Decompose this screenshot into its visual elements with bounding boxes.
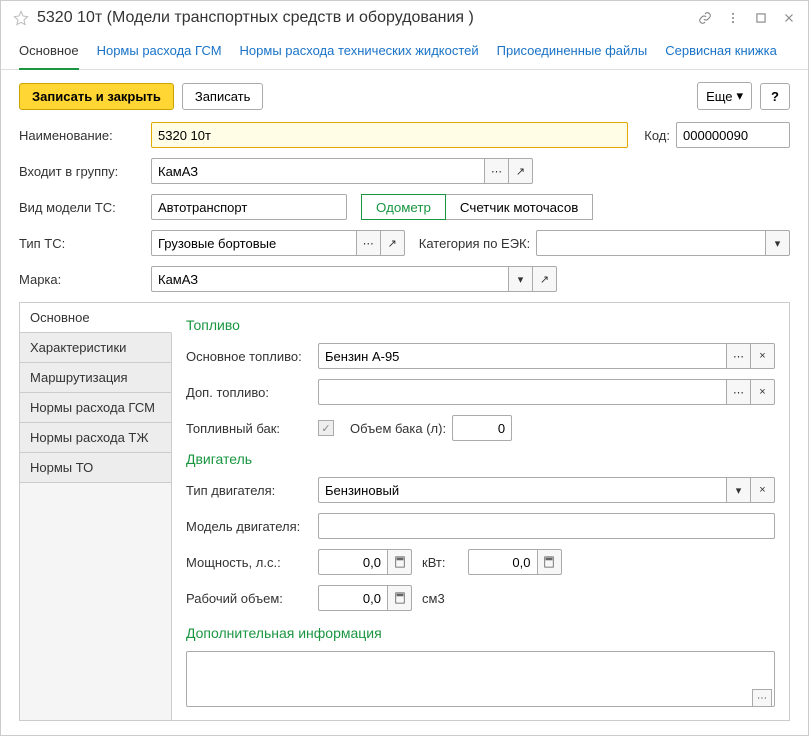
select-button[interactable]: ⋯: [357, 230, 381, 256]
addfuel-label: Доп. топливо:: [186, 385, 312, 400]
name-label: Наименование:: [19, 128, 145, 143]
sidetab-tj[interactable]: Нормы расхода ТЖ: [20, 423, 172, 453]
name-input[interactable]: [151, 122, 628, 148]
sidetab-routing[interactable]: Маршрутизация: [20, 363, 172, 393]
close-icon[interactable]: [782, 11, 796, 25]
tab-files[interactable]: Присоединенные файлы: [497, 37, 648, 69]
power-hp-input[interactable]: [318, 549, 388, 575]
brand-label: Марка:: [19, 272, 145, 287]
tab-main[interactable]: Основное: [19, 37, 79, 70]
tab-service[interactable]: Сервисная книжка: [665, 37, 777, 69]
open-button[interactable]: ↗: [533, 266, 557, 292]
maximize-icon[interactable]: [754, 11, 768, 25]
tab-gsm[interactable]: Нормы расхода ГСМ: [97, 37, 222, 69]
clear-button[interactable]: ×: [751, 477, 775, 503]
power-label: Мощность, л.с.:: [186, 555, 312, 570]
tab-fluids[interactable]: Нормы расхода технических жидкостей: [240, 37, 479, 69]
save-button[interactable]: Записать: [182, 83, 264, 110]
open-button[interactable]: ↗: [381, 230, 405, 256]
star-icon[interactable]: [13, 10, 29, 26]
clear-button[interactable]: ×: [751, 343, 775, 369]
enginemodel-input[interactable]: [318, 513, 775, 539]
calc-button[interactable]: [388, 585, 412, 611]
select-button[interactable]: ⋯: [727, 343, 751, 369]
code-label: Код:: [644, 128, 670, 143]
power-kwt-input[interactable]: [468, 549, 538, 575]
additional-textarea[interactable]: [186, 651, 775, 707]
mainfuel-input[interactable]: [318, 343, 727, 369]
help-button[interactable]: ?: [760, 83, 790, 110]
additional-heading: Дополнительная информация: [186, 625, 775, 641]
eek-label: Категория по ЕЭК:: [419, 236, 530, 251]
eek-input[interactable]: [536, 230, 766, 256]
motohours-toggle[interactable]: Счетчик моточасов: [445, 194, 593, 220]
mainfuel-label: Основное топливо:: [186, 349, 312, 364]
displ-label: Рабочий объем:: [186, 591, 312, 606]
clear-button[interactable]: ×: [751, 379, 775, 405]
top-tabs: Основное Нормы расхода ГСМ Нормы расхода…: [1, 31, 808, 70]
tstype-input[interactable]: [151, 230, 357, 256]
enginemodel-label: Модель двигателя:: [186, 519, 312, 534]
engine-heading: Двигатель: [186, 451, 775, 467]
group-label: Входит в группу:: [19, 164, 145, 179]
brand-input[interactable]: [151, 266, 509, 292]
enginetype-label: Тип двигателя:: [186, 483, 312, 498]
window-title: 5320 10т (Модели транспортных средств и …: [37, 9, 690, 27]
volume-input[interactable]: [452, 415, 512, 441]
save-close-button[interactable]: Записать и закрыть: [19, 83, 174, 110]
cm3-label: см3: [422, 591, 445, 606]
fuel-heading: Топливо: [186, 317, 775, 333]
side-tabs: Основное Характеристики Маршрутизация Но…: [20, 303, 172, 720]
dropdown-button[interactable]: ▾: [766, 230, 790, 256]
chevron-down-icon: ▾: [737, 88, 744, 104]
group-input[interactable]: [151, 158, 485, 184]
kebab-icon[interactable]: [726, 11, 740, 25]
code-input[interactable]: [676, 122, 790, 148]
sidetab-main[interactable]: Основное: [20, 303, 172, 333]
titlebar: 5320 10т (Модели транспортных средств и …: [1, 1, 808, 31]
expand-button[interactable]: ⋯: [752, 689, 772, 707]
modeltype-input[interactable]: [151, 194, 347, 220]
sidetab-chars[interactable]: Характеристики: [20, 333, 172, 363]
sidetab-gsm[interactable]: Нормы расхода ГСМ: [20, 393, 172, 423]
odometer-toggle[interactable]: Одометр: [361, 194, 446, 220]
more-button[interactable]: Еще ▾: [697, 82, 752, 110]
select-button[interactable]: ⋯: [727, 379, 751, 405]
link-icon[interactable]: [698, 11, 712, 25]
toolbar: Записать и закрыть Записать Еще ▾ ?: [1, 70, 808, 122]
open-button[interactable]: ↗: [509, 158, 533, 184]
displ-input[interactable]: [318, 585, 388, 611]
volume-label: Объем бака (л):: [350, 421, 446, 436]
tank-label: Топливный бак:: [186, 421, 312, 436]
sidetab-to[interactable]: Нормы ТО: [20, 453, 172, 483]
enginetype-input[interactable]: [318, 477, 727, 503]
calc-button[interactable]: [538, 549, 562, 575]
select-button[interactable]: ⋯: [485, 158, 509, 184]
tank-checkbox[interactable]: ✓: [318, 420, 334, 436]
modeltype-label: Вид модели ТС:: [19, 200, 145, 215]
dropdown-button[interactable]: ▾: [509, 266, 533, 292]
calc-button[interactable]: [388, 549, 412, 575]
addfuel-input[interactable]: [318, 379, 727, 405]
tstype-label: Тип ТС:: [19, 236, 145, 251]
dropdown-button[interactable]: ▾: [727, 477, 751, 503]
kwt-label: кВт:: [422, 555, 446, 570]
